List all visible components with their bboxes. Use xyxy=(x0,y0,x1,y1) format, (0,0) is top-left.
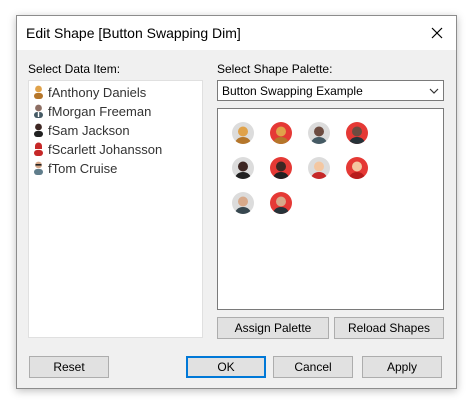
list-item-label: fSam Jackson xyxy=(48,122,130,138)
ok-button[interactable]: OK xyxy=(186,356,266,378)
person-gray-icon xyxy=(34,161,43,175)
list-item-label: fScarlett Johansson xyxy=(48,141,163,157)
reset-button[interactable]: Reset xyxy=(29,356,109,378)
shape-red-sunglasses-man[interactable] xyxy=(270,192,292,214)
list-item-label: fAnthony Daniels xyxy=(48,84,147,100)
person-dark-icon xyxy=(34,123,43,137)
shape-red-suit-man[interactable] xyxy=(346,122,368,144)
shape-palette-select[interactable]: Button Swapping Example xyxy=(217,80,444,101)
avatar-icon xyxy=(270,122,292,144)
list-item-scarlett-johansson[interactable]: fScarlett Johansson xyxy=(33,140,162,158)
person-suit-icon xyxy=(34,104,43,118)
cancel-button[interactable]: Cancel xyxy=(273,356,353,378)
avatar-icon xyxy=(346,157,368,179)
list-item-tom-cruise[interactable]: fTom Cruise xyxy=(33,159,117,177)
apply-button[interactable]: Apply xyxy=(362,356,442,378)
palette-label: Select Shape Palette: xyxy=(217,62,333,76)
avatar-icon xyxy=(346,122,368,144)
close-button[interactable] xyxy=(422,18,452,48)
title-bar: Edit Shape [Button Swapping Dim] xyxy=(17,16,456,50)
list-item-sam-jackson[interactable]: fSam Jackson xyxy=(33,121,130,139)
avatar-icon xyxy=(232,122,254,144)
close-icon xyxy=(431,27,443,39)
shape-red-gold-figure[interactable] xyxy=(270,122,292,144)
avatar-icon xyxy=(232,192,254,214)
shape-palette-value: Button Swapping Example xyxy=(222,84,363,98)
shape-gray-dark-man[interactable] xyxy=(232,157,254,179)
shape-gold-figure[interactable] xyxy=(232,122,254,144)
avatar-icon xyxy=(270,192,292,214)
shape-gray-woman[interactable] xyxy=(308,157,330,179)
avatar-icon xyxy=(232,157,254,179)
reload-shapes-button[interactable]: Reload Shapes xyxy=(334,317,444,339)
shape-gray-sunglasses-man[interactable] xyxy=(232,192,254,214)
list-item-label: fTom Cruise xyxy=(48,160,118,176)
shape-gray-suit-man[interactable] xyxy=(308,122,330,144)
shape-red-woman[interactable] xyxy=(346,157,368,179)
data-item-label: Select Data Item: xyxy=(28,62,121,76)
shape-red-dark-man[interactable] xyxy=(270,157,292,179)
chevron-down-icon xyxy=(429,88,439,94)
data-item-list[interactable]: fAnthony Daniels fMorgan Freeman fSam Ja… xyxy=(28,80,203,338)
list-item-label: fMorgan Freeman xyxy=(48,103,152,119)
assign-palette-button[interactable]: Assign Palette xyxy=(217,317,329,339)
shape-palette-grid xyxy=(217,108,444,310)
list-item-anthony-daniels[interactable]: fAnthony Daniels xyxy=(33,83,146,101)
avatar-icon xyxy=(270,157,292,179)
person-yellow-icon xyxy=(34,85,43,99)
list-item-morgan-freeman[interactable]: fMorgan Freeman xyxy=(33,102,151,120)
person-red-icon xyxy=(34,142,43,156)
edit-shape-dialog: Edit Shape [Button Swapping Dim] Select … xyxy=(16,15,457,389)
avatar-icon xyxy=(308,122,330,144)
window-title: Edit Shape [Button Swapping Dim] xyxy=(26,25,241,41)
avatar-icon xyxy=(308,157,330,179)
